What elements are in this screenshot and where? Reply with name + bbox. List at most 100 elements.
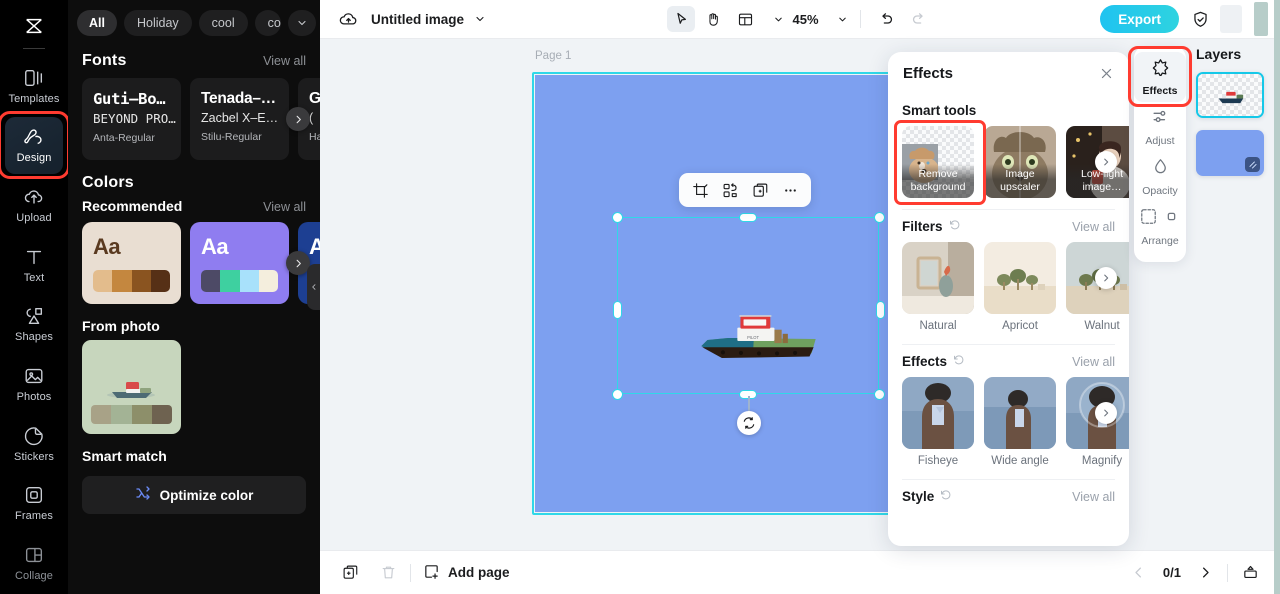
sidebar-item-stickers[interactable]: Stickers [5,415,63,473]
sidebar-item-label: Frames [15,510,53,523]
smart-tool-remove-background[interactable]: Remove background [902,126,974,198]
filter-caption: Natural [919,320,957,332]
filter-natural[interactable]: Natural [902,242,974,333]
smart-tool-caption: Image upscaler [984,164,1056,198]
sidebar-item-label: Design [16,152,52,165]
tab-arrange[interactable]: Arrange [1134,202,1186,252]
font-card[interactable]: Guti–Bo… BEYOND PRO… Anta-Regular [82,78,181,160]
add-page-icon [423,563,440,583]
close-icon[interactable] [1099,66,1114,81]
reset-icon[interactable] [953,354,965,369]
resize-handle-top-left[interactable] [612,212,623,223]
filter-walnut[interactable]: Walnut [1066,242,1129,333]
filters-view-all[interactable]: View all [1072,220,1115,234]
zoom-chevron-down-icon[interactable] [837,14,848,25]
zoom-level[interactable]: 45% [788,12,822,27]
crop-button[interactable] [687,177,713,203]
sidebar-item-design[interactable]: Design [0,110,70,180]
chip-all[interactable]: All [77,10,117,36]
from-photo-header: From photo [68,304,320,340]
filter-apricot[interactable]: Apricot [984,242,1056,333]
effects-view-all[interactable]: View all [1072,355,1115,369]
resize-handle-top-center[interactable] [739,213,757,222]
duplicate-page-button[interactable] [336,559,364,587]
shield-check-icon[interactable] [1191,10,1210,29]
chip-concise[interactable]: concise [254,10,281,36]
sidebar-item-templates[interactable]: Templates [5,57,63,115]
panel-collapse-handle[interactable] [307,264,320,310]
palette-card[interactable]: Aa [82,222,181,304]
duplicate-button[interactable] [747,177,773,203]
sidebar-item-shapes[interactable]: Shapes [5,296,63,354]
select-tool-button[interactable] [667,6,696,32]
layout-tool-button[interactable] [731,6,759,32]
export-button[interactable]: Export [1100,5,1179,33]
effect-magnify[interactable]: Magnify [1066,377,1129,468]
top-toolbar: Untitled image 45% Export [320,0,1280,39]
magic-cutout-icon[interactable] [717,177,743,203]
resize-handle-middle-left[interactable] [613,301,622,319]
sidebar-item-frames[interactable]: Frames [5,475,63,533]
adjust-icon [1151,107,1170,131]
filter-chip-bar: All Holiday cool concise [68,0,320,44]
layer-item-image[interactable] [1196,72,1264,118]
font-preview-line1: Guti–Bo… [93,90,166,108]
effect-wide-angle[interactable]: Wide angle [984,377,1056,468]
fonts-next-button[interactable] [286,107,310,131]
sidebar-item-collage[interactable]: Collage [5,534,63,592]
document-title[interactable]: Untitled image [371,12,464,27]
reset-icon[interactable] [949,219,961,234]
rotate-handle[interactable] [737,411,761,435]
resize-handle-bottom-left[interactable] [612,389,623,400]
colors-view-all[interactable]: View all [263,200,306,214]
arrange-icon [1139,207,1181,231]
hand-tool-button[interactable] [699,6,727,32]
filter-caption: Walnut [1084,320,1120,332]
next-page-button[interactable] [1191,559,1219,587]
layout-chevron-down-icon[interactable] [773,14,784,25]
smart-tools-next-button[interactable] [1095,151,1117,173]
present-button[interactable] [1236,559,1264,587]
bottom-divider-right [1227,563,1228,582]
redo-button[interactable] [905,6,933,32]
style-view-all[interactable]: View all [1072,490,1115,504]
layer-item-background[interactable] [1196,130,1264,176]
title-chevron-down-icon[interactable] [474,13,486,25]
toolbar-divider [859,10,861,28]
font-preview-line2: ( [309,111,314,125]
delete-page-button[interactable] [374,559,402,587]
boat-image[interactable]: PILOT [692,309,826,371]
resize-handle-top-right[interactable] [874,212,885,223]
effect-fisheye[interactable]: Fisheye [902,377,974,468]
chevron-down-icon[interactable] [287,10,316,36]
reset-icon[interactable] [940,489,952,504]
fonts-view-all[interactable]: View all [263,54,306,68]
layers-panel: Layers [1196,46,1280,188]
sidebar-item-upload[interactable]: Upload [5,176,63,234]
style-section: Style View all [888,480,1129,512]
font-card[interactable]: Tenada–… Zacbel X–E… Stilu-Regular [190,78,289,160]
tab-effects[interactable]: Effects [1128,46,1192,107]
tab-adjust[interactable]: Adjust [1134,102,1186,152]
smart-tool-image-upscaler[interactable]: Image upscaler [984,126,1056,198]
optimize-color-button[interactable]: Optimize color [82,476,306,514]
resize-handle-bottom-right[interactable] [874,389,885,400]
palette-card[interactable]: Aa [190,222,289,304]
effect-caption: Fisheye [917,455,959,468]
chip-holiday[interactable]: Holiday [123,10,192,36]
chip-cool[interactable]: cool [198,10,248,36]
sidebar-item-text[interactable]: Text [5,236,63,294]
cloud-sync-icon[interactable] [338,9,359,30]
tab-opacity[interactable]: Opacity [1134,152,1186,202]
from-photo-card[interactable] [82,340,181,434]
layers-title: Layers [1196,46,1242,62]
undo-button[interactable] [873,6,901,32]
resize-handle-middle-right[interactable] [876,301,885,319]
add-page-button[interactable]: Add page [423,563,510,583]
more-options-button[interactable] [777,177,803,203]
sidebar-item-photos[interactable]: Photos [5,355,63,413]
filters-next-button[interactable] [1095,267,1117,289]
prev-page-button[interactable] [1125,559,1153,587]
effects-icon [1151,57,1170,81]
font-name: Stilu-Regular [201,131,262,143]
